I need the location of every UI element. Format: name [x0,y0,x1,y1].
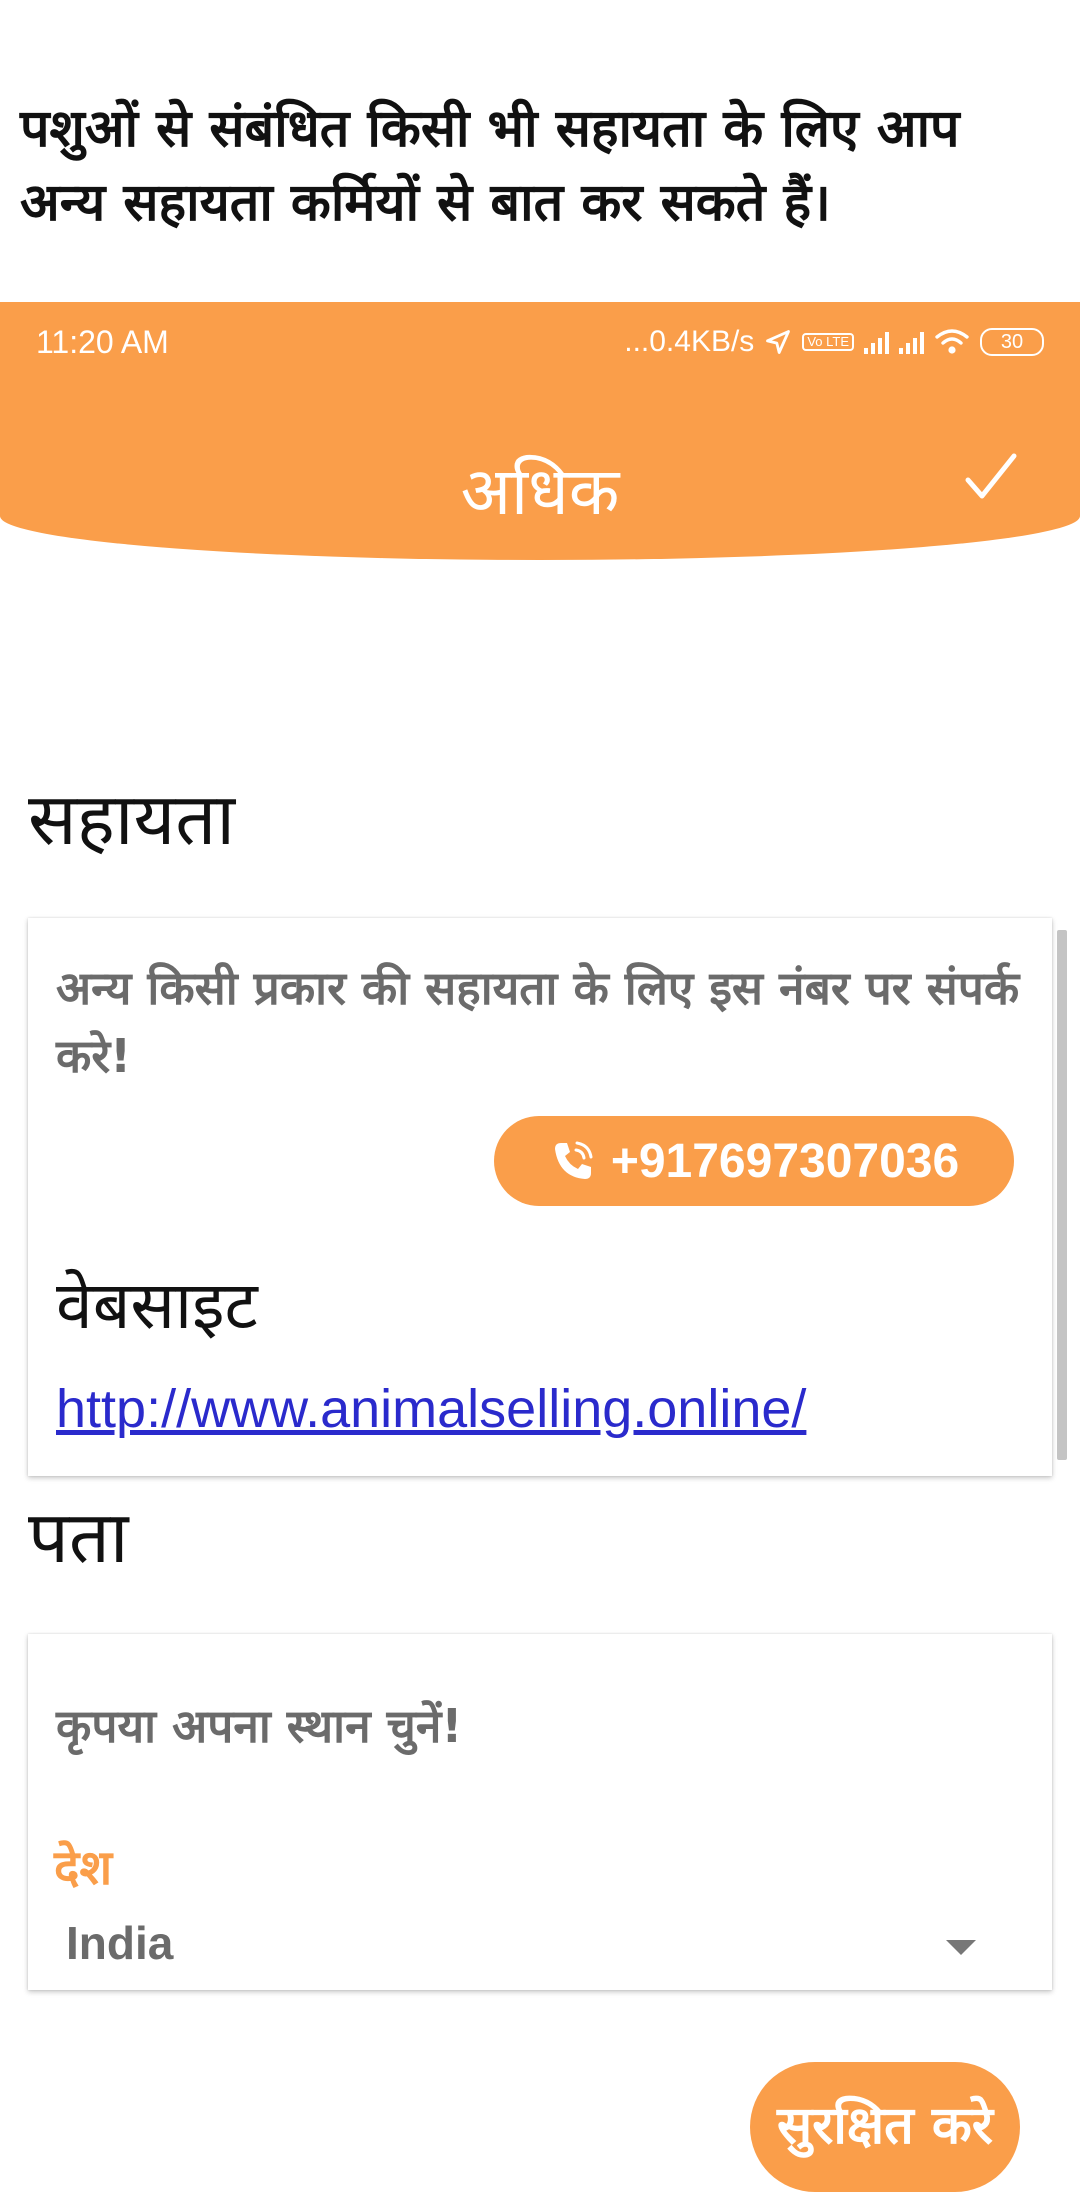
page-title: अधिक [460,453,620,530]
dropdown-arrow-icon [946,1940,976,1955]
volte-icon: Vo LTE [802,333,854,351]
address-section-title: पता [28,1495,129,1579]
scrollbar[interactable] [1057,930,1067,1460]
network-speed: ...0.4KB/s [624,325,755,358]
website-title: वेबसाइट [56,1267,258,1344]
location-prompt: कृपया अपना स्थान चुनें! [56,1699,463,1753]
wifi-icon [935,329,969,354]
phone-number: +917697307036 [610,1134,960,1188]
address-card: कृपया अपना स्थान चुनें! देश India [28,1634,1052,1990]
call-button[interactable]: +917697307036 [494,1116,1014,1206]
instruction-caption: पशुओं से संबंधित किसी भी सहायता के लिए आ… [20,99,960,233]
app-header: 11:20 AM ...0.4KB/s Vo LTE 30 अधिक [0,302,1080,560]
signal-icon [864,330,889,354]
website-link[interactable]: http://www.animalselling.online/ [56,1378,806,1440]
country-label: देश [54,1840,113,1896]
phone-icon [554,1141,593,1179]
checkmark-icon[interactable] [960,448,1020,508]
battery-icon: 30 [980,328,1044,356]
status-bar: 11:20 AM ...0.4KB/s Vo LTE 30 [0,302,1080,382]
save-button[interactable]: सुरक्षित करे [750,2062,1020,2192]
support-section-title: सहायता [28,777,236,861]
country-value: India [66,1917,174,1969]
status-time: 11:20 AM [36,324,169,360]
help-text: अन्य किसी प्रकार की सहायता के लिए इस नंब… [56,961,1020,1083]
support-card: अन्य किसी प्रकार की सहायता के लिए इस नंब… [28,918,1052,1476]
save-button-label: सुरक्षित करे [776,2096,994,2156]
location-icon [766,330,791,354]
signal-icon-2 [899,330,924,354]
country-dropdown[interactable]: India [56,1898,1022,1990]
status-icons: ...0.4KB/s Vo LTE 30 [624,322,1044,362]
